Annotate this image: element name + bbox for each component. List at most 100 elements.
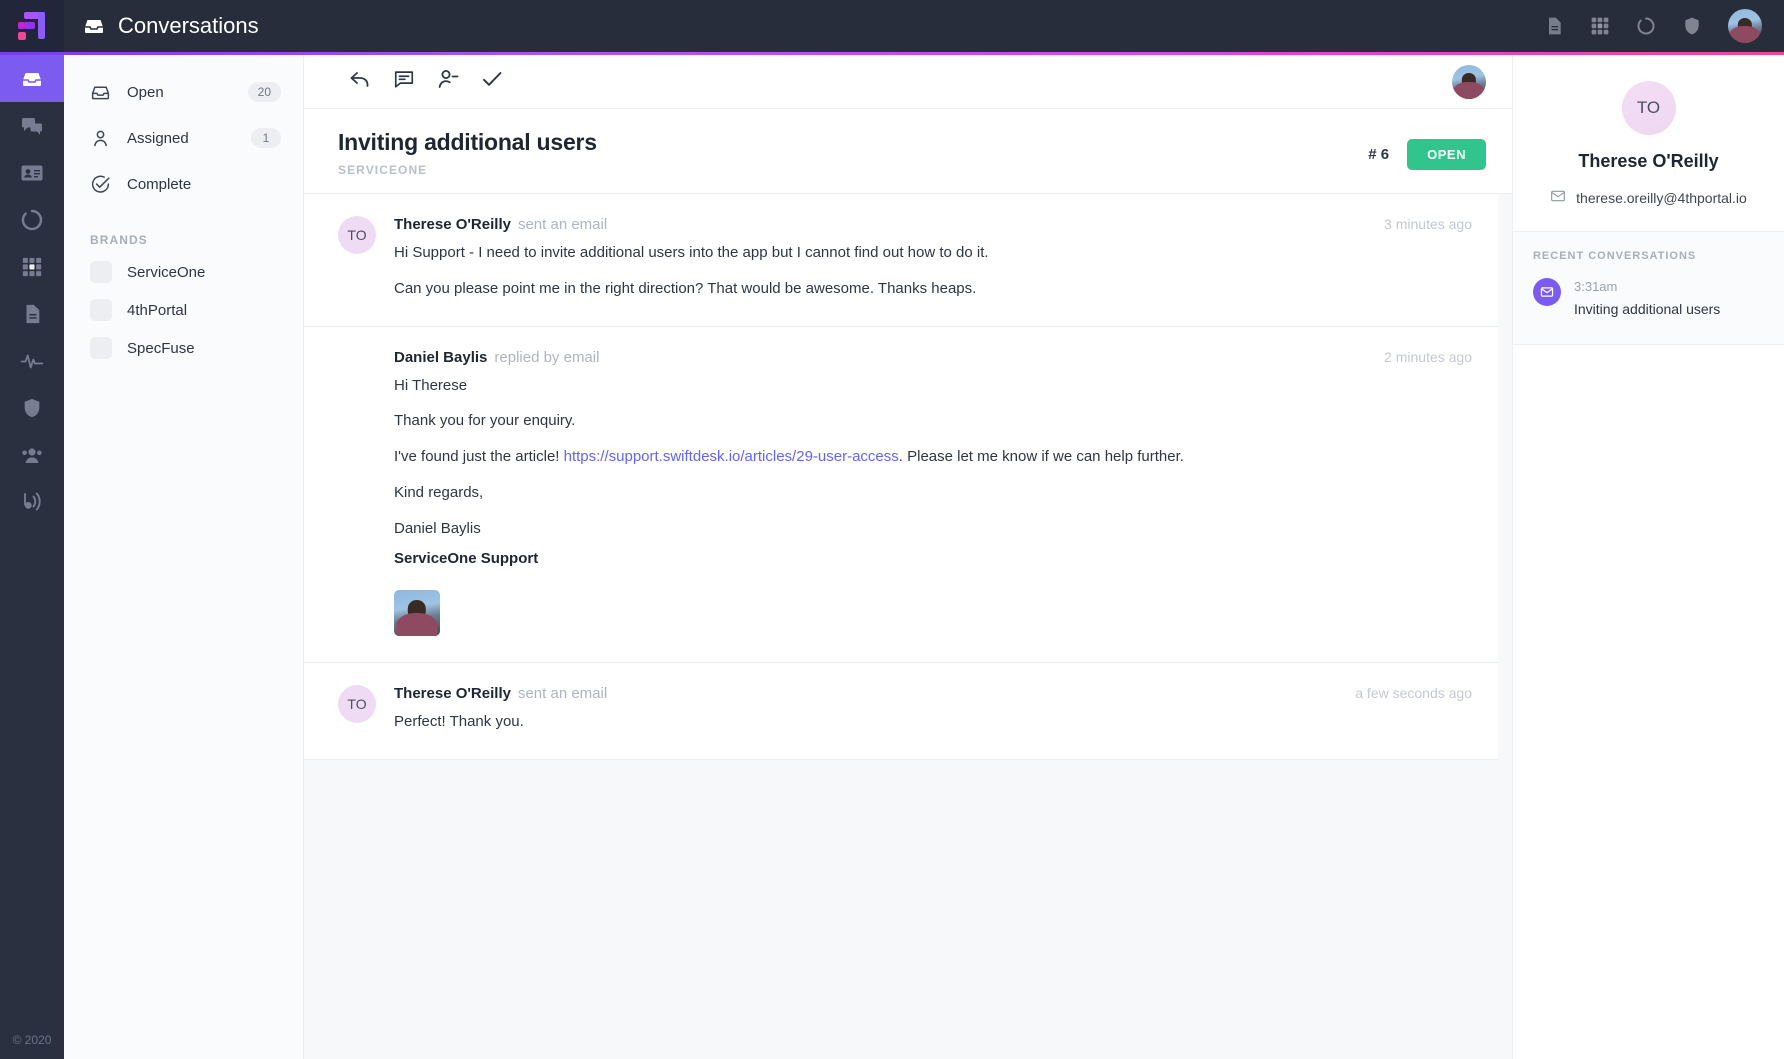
link-suffix-text: . Please let me know if we can help furt…	[898, 448, 1184, 465]
message-paragraph: Thank you for your enquiry.	[394, 412, 576, 430]
avatar[interactable]	[1728, 9, 1762, 43]
swiftdesk-logo-icon	[17, 11, 47, 41]
rail-item-security[interactable]	[0, 384, 64, 431]
copyright: © 2020	[12, 1033, 52, 1047]
sidebar-item-assigned[interactable]: Assigned 1	[64, 115, 303, 161]
grid-apps-icon[interactable]	[1590, 16, 1610, 36]
rail-item-teams[interactable]	[0, 431, 64, 478]
rail-item-apps[interactable]	[0, 243, 64, 290]
sidebar-item-complete[interactable]: Complete	[64, 161, 303, 207]
message-item: Daniel Baylis replied by email 2 minutes…	[304, 326, 1498, 663]
brand-item-4thportal[interactable]: 4thPortal	[64, 291, 303, 329]
message-paragraph: Perfect! Thank you.	[394, 713, 524, 730]
brand-logo-placeholder	[90, 337, 112, 359]
message-greeting: Hi Therese	[394, 376, 468, 394]
brand-item-specfuse[interactable]: SpecFuse	[64, 329, 303, 367]
message-action: sent an email	[517, 685, 608, 702]
sidebar-item-count: 1	[251, 128, 281, 148]
recent-conversations-section: RECENT CONVERSATIONS 3:31am Inviting add…	[1513, 232, 1784, 346]
signer-org-text: ServiceOne Support	[394, 550, 539, 568]
sidebar-item-count: 20	[247, 82, 281, 102]
status-badge[interactable]: OPEN	[1407, 139, 1486, 170]
message-timestamp: 3 minutes ago	[1384, 216, 1472, 232]
message-paragraph-with-link: I've found just the article! https://sup…	[394, 446, 1472, 468]
message-paragraph: Can you please point me in the right dir…	[394, 279, 977, 297]
contact-card: TO Therese O'Reilly therese.oreilly@4thp…	[1513, 55, 1784, 232]
conversation-brand: SERVICEONE	[338, 163, 428, 177]
message-paragraph: Hi Support - I need to invite additional…	[394, 244, 989, 261]
brand-item-label: SpecFuse	[127, 339, 195, 357]
sidebar-item-open[interactable]: Open 20	[64, 69, 303, 115]
sidebar-item-label: Complete	[127, 175, 192, 193]
app-body: © 2020 Open 20 Assigned 1 Complete BRAND…	[0, 55, 1784, 1059]
avatar-initials: TO	[338, 216, 376, 254]
page-title-text: Conversations	[118, 13, 259, 38]
sidebar-item-label: Open	[127, 83, 164, 101]
message-avatar	[338, 349, 376, 637]
envelope-icon	[1533, 278, 1561, 306]
circle-progress-icon[interactable]	[1636, 16, 1656, 36]
page-title: Conversations	[82, 13, 259, 39]
brand-logo-placeholder	[90, 299, 112, 321]
brand-logo-placeholder	[90, 261, 112, 283]
message-item: TO Therese O'Reilly sent an email a few …	[304, 663, 1498, 760]
message-avatar: TO	[338, 216, 376, 300]
icon-rail: © 2020	[0, 55, 64, 1059]
recent-conversation-item[interactable]: 3:31am Inviting additional users	[1533, 278, 1764, 318]
rail-item-documents[interactable]	[0, 290, 64, 337]
top-bar: Conversations	[0, 0, 1784, 52]
conversation-toolbar	[304, 55, 1512, 109]
check-icon	[480, 67, 504, 96]
conversation-title: Inviting additional users	[338, 129, 597, 155]
contact-panel: TO Therese O'Reilly therese.oreilly@4thp…	[1512, 55, 1784, 1059]
message-action: replied by email	[494, 348, 600, 366]
message-author: Therese O'Reilly	[394, 216, 511, 233]
recent-conversations-heading: RECENT CONVERSATIONS	[1533, 250, 1697, 262]
note-icon	[393, 68, 415, 95]
shield-icon[interactable]	[1682, 16, 1702, 36]
ticket-number: # 6	[1368, 146, 1390, 163]
person-icon	[90, 128, 112, 149]
rail-item-inbox[interactable]	[0, 55, 64, 102]
message-action: sent an email	[517, 216, 608, 233]
rail-item-reports[interactable]	[0, 337, 64, 384]
recent-conversation-title: Inviting additional users	[1574, 301, 1721, 317]
signature-image[interactable]	[394, 590, 440, 636]
link-prefix-text: I've found just the article!	[394, 448, 564, 465]
rail-item-chat[interactable]	[0, 102, 64, 149]
document-icon[interactable]	[1544, 16, 1564, 36]
assignee-avatar[interactable]	[1452, 64, 1486, 99]
brand-item-label: 4thPortal	[127, 301, 188, 319]
contact-email-text: therese.oreilly@4thportal.io	[1576, 189, 1747, 206]
message-timestamp: 2 minutes ago	[1384, 348, 1472, 365]
message-signer: Daniel Baylis	[394, 519, 481, 537]
recent-conversation-time: 3:31am	[1574, 279, 1618, 294]
conversation-header: Inviting additional users SERVICEONE # 6…	[304, 109, 1512, 194]
contact-email[interactable]: therese.oreilly@4thportal.io	[1533, 188, 1764, 207]
message-timestamp: a few seconds ago	[1355, 685, 1472, 701]
unassign-icon	[436, 67, 460, 96]
unassign-button[interactable]	[426, 60, 470, 104]
note-button[interactable]	[382, 60, 426, 104]
reply-icon	[348, 67, 372, 96]
folder-sidebar: Open 20 Assigned 1 Complete BRANDS Servi…	[64, 55, 304, 1059]
message-signer-org: ServiceOne Support	[394, 548, 1472, 570]
rail-item-progress[interactable]	[0, 196, 64, 243]
reply-button[interactable]	[338, 60, 382, 104]
app-logo[interactable]	[0, 0, 64, 52]
brand-item-serviceone[interactable]: ServiceOne	[64, 253, 303, 291]
avatar-initials: TO	[338, 685, 376, 723]
message-item: TO Therese O'Reilly sent an email 3 minu…	[304, 194, 1498, 327]
message-author: Therese O'Reilly	[394, 685, 511, 702]
top-bar-actions	[1544, 9, 1784, 43]
contact-avatar: TO	[1621, 81, 1676, 135]
rail-item-broadcast[interactable]	[0, 478, 64, 525]
resolve-button[interactable]	[470, 60, 514, 104]
rail-item-contacts[interactable]	[0, 149, 64, 196]
contact-name: Therese O'Reilly	[1578, 151, 1719, 171]
app-root: Conversations © 2020 Open 20 Assigned 1 …	[0, 0, 1784, 1059]
article-link[interactable]: https://support.swiftdesk.io/articles/29…	[564, 448, 899, 465]
message-thread: TO Therese O'Reilly sent an email 3 minu…	[304, 194, 1512, 1059]
conversation-meta: # 6 OPEN	[1368, 129, 1486, 170]
message-author: Daniel Baylis	[394, 348, 488, 366]
